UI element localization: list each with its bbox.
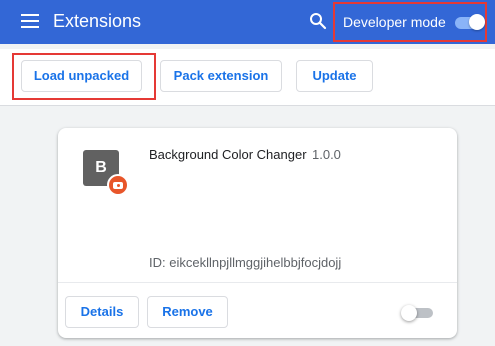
unpacked-badge-icon: [107, 174, 129, 196]
card-divider: [58, 282, 457, 283]
search-icon[interactable]: [309, 12, 327, 30]
top-app-bar: Extensions Developer mode: [0, 0, 495, 44]
action-toolbar: Load unpacked Pack extension Update: [0, 49, 495, 106]
update-button[interactable]: Update: [296, 60, 373, 92]
developer-mode-toggle-thumb[interactable]: [469, 14, 485, 30]
remove-button[interactable]: Remove: [147, 296, 228, 328]
extension-card: B Background Color Changer 1.0.0 ID: eik…: [58, 128, 457, 338]
extension-enable-toggle-thumb[interactable]: [401, 305, 417, 321]
pack-extension-button[interactable]: Pack extension: [160, 60, 282, 92]
extension-version: 1.0.0: [312, 147, 341, 162]
extension-name: Background Color Changer: [149, 147, 307, 162]
developer-mode-highlight: Developer mode: [333, 2, 487, 42]
details-button[interactable]: Details: [65, 296, 139, 328]
hamburger-menu-icon[interactable]: [21, 14, 39, 28]
developer-mode-label: Developer mode: [343, 14, 446, 30]
page-title: Extensions: [53, 11, 142, 31]
extension-id: ID: eikcekllnpjllmggjihelbbjfocjdojj: [149, 255, 342, 270]
load-unpacked-button[interactable]: Load unpacked: [21, 60, 142, 92]
